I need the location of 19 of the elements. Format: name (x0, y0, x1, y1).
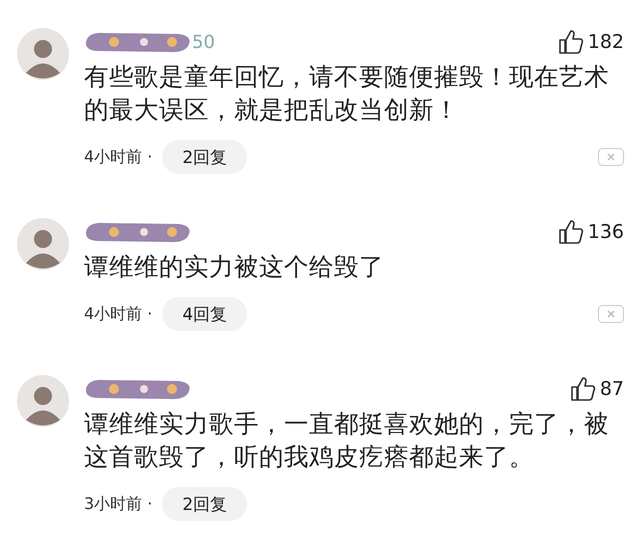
avatar[interactable] (17, 218, 69, 270)
like-count: 136 (588, 221, 624, 243)
timestamp: 3小时前 · (84, 494, 152, 514)
thumbs-up-icon[interactable] (570, 376, 596, 402)
comment-text: 有些歌是童年回忆，请不要随便摧毁！现在艺术的最大误区，就是把乱改当创新！ (84, 61, 610, 126)
comment-text: 谭维维实力歌手，一直都挺喜欢她的，完了，被这首歌毁了，听的我鸡皮疙瘩都起来了。 (84, 408, 610, 473)
timestamp: 4小时前 · (84, 304, 152, 324)
avatar[interactable] (17, 28, 69, 80)
comment-text: 谭维维的实力被这个给毁了 (84, 251, 385, 283)
replies-button[interactable]: 2回复 (162, 487, 248, 521)
timestamp: 4小时前 · (84, 146, 152, 168)
like-count: 87 (600, 378, 624, 400)
thumbs-up-icon[interactable] (558, 219, 584, 245)
like-count: 182 (588, 31, 624, 53)
avatar[interactable] (17, 375, 69, 427)
username: 50 (192, 32, 215, 52)
replies-button[interactable]: 2回复 (162, 140, 248, 174)
thumbs-up-icon[interactable] (558, 29, 584, 55)
replies-button[interactable]: 4回复 (162, 297, 248, 331)
